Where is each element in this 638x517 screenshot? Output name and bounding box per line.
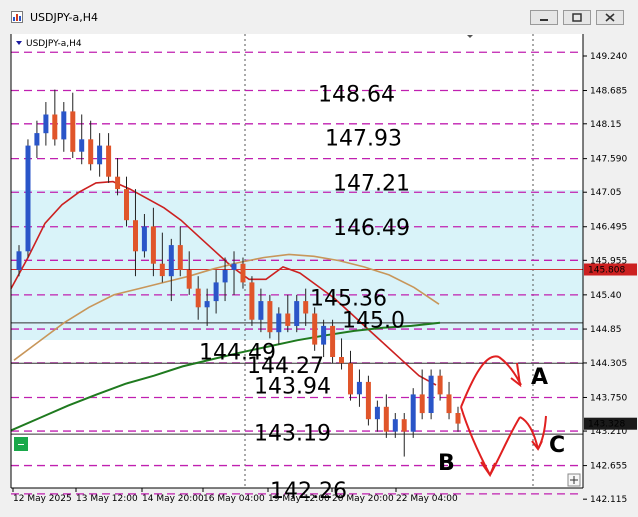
date-tick-label: 14 May 20:00: [142, 494, 204, 504]
price-tick-label: 144.85: [590, 325, 622, 335]
symbol-text: USDJPY-a,H4: [26, 39, 82, 49]
level-annotation: 148.64: [318, 82, 395, 107]
minimize-button[interactable]: [530, 10, 558, 25]
candle-body: [150, 226, 156, 264]
date-tick-label: 13 May 12:00: [76, 494, 138, 504]
candle-body: [177, 245, 183, 270]
candle-body: [321, 325, 327, 345]
candle-body: [374, 406, 380, 420]
scenario-label-b: B: [438, 451, 455, 476]
candle-body: [410, 394, 416, 432]
candle-body: [159, 263, 165, 277]
chart-window: USDJPY-a,H4 148.64 147.93 147.21 146.49 145.…: [0, 0, 638, 517]
price-chart[interactable]: 148.64147.93147.21146.49145.36145.0144.4…: [0, 34, 638, 517]
close-button[interactable]: [596, 10, 624, 25]
minimize-icon: [540, 19, 548, 21]
candle-body: [16, 251, 22, 270]
price-tick-label: 147.05: [590, 188, 622, 198]
candle-body: [70, 111, 76, 152]
level-annotation: 145.36: [310, 286, 387, 311]
current-price-label: 145.808: [588, 266, 625, 276]
candle-body: [303, 301, 309, 314]
candle-body: [339, 357, 344, 364]
date-tick-label: 16 May 04:00: [203, 494, 265, 504]
candle-body: [88, 139, 94, 165]
candle-body: [115, 176, 121, 190]
candle-body: [43, 114, 49, 134]
candle-body: [61, 111, 67, 140]
candle-body: [276, 313, 282, 333]
maximize-icon: [572, 13, 582, 22]
candle-body: [195, 288, 201, 308]
candle-body: [204, 301, 210, 308]
date-tick-label: 22 May 04:00: [396, 494, 458, 504]
chart-icon: [11, 11, 23, 23]
price-tick-label: 147.590: [590, 155, 627, 165]
candle-body: [222, 270, 228, 283]
title-bar: USDJPY-a,H4: [0, 0, 638, 34]
price-tick-label: 146.495: [590, 223, 627, 233]
candle-body: [258, 301, 264, 320]
level-annotation: 143.94: [254, 375, 331, 400]
close-icon: [605, 13, 615, 22]
candle-body: [240, 263, 246, 283]
date-tick-label: 12 May 2025: [13, 494, 72, 504]
candle-body: [186, 270, 192, 289]
candle-body: [106, 145, 112, 177]
scenario-label-c: C: [549, 433, 565, 458]
level-annotation: 143.19: [254, 421, 331, 446]
candle-body: [455, 413, 461, 424]
price-tick-label: 143.750: [590, 394, 627, 404]
date-tick-label: 19 May 12:00: [268, 494, 330, 504]
candle-body: [437, 375, 443, 395]
candle-body: [392, 419, 398, 432]
window-title: USDJPY-a,H4: [30, 11, 99, 24]
level-annotation: 145.0: [342, 309, 405, 334]
candle-body: [446, 394, 452, 414]
date-tick-label: 20 May 20:00: [332, 494, 394, 504]
price-tick-label: 149.240: [590, 52, 627, 62]
candle-body: [231, 263, 237, 270]
candle-body: [383, 406, 389, 432]
candle-body: [133, 220, 138, 252]
scenario-label-a: A: [531, 365, 548, 390]
symbol-label: USDJPY-a,H4: [16, 39, 82, 49]
level-annotation: 147.93: [325, 127, 402, 152]
candle-body: [285, 313, 291, 326]
candle-body: [267, 301, 273, 333]
price-tick-label: 148.15: [590, 120, 622, 130]
candle-body: [419, 394, 425, 414]
candle-body: [124, 189, 129, 221]
price-tick-label: 145.40: [590, 291, 622, 301]
price-tick-label: 144.305: [590, 359, 627, 369]
candle-body: [213, 282, 219, 302]
candle-body: [168, 245, 174, 277]
candle-body: [401, 419, 407, 432]
candle-body: [79, 139, 85, 152]
candle-body: [294, 301, 300, 326]
candle-body: [428, 375, 434, 413]
maximize-button[interactable]: [563, 10, 591, 25]
candle-body: [348, 363, 353, 395]
price-tick-label: 142.115: [590, 495, 627, 505]
candle-body: [25, 145, 31, 252]
candle-body: [141, 226, 147, 252]
candle-body: [249, 282, 255, 320]
level-annotation: 146.49: [333, 216, 410, 241]
candle-body: [330, 325, 336, 357]
level-annotation: 147.21: [333, 171, 410, 196]
bid-price-label: 143.328: [588, 420, 625, 430]
candle-body: [312, 313, 318, 345]
price-tick-label: 148.685: [590, 87, 627, 97]
candle-body: [34, 133, 40, 146]
candle-body: [356, 381, 362, 395]
candle-body: [97, 145, 103, 165]
price-tick-label: 142.655: [590, 462, 627, 472]
candle-body: [52, 114, 58, 140]
candle-body: [365, 381, 371, 420]
